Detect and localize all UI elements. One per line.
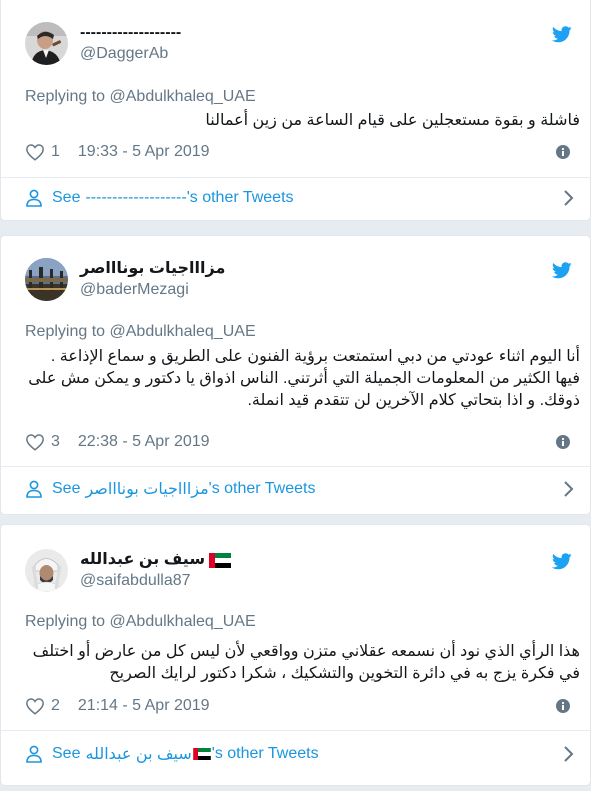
other-tweets-label: 's other Tweets xyxy=(186,189,294,206)
chevron-right-icon[interactable] xyxy=(562,189,574,207)
replying-label: Replying to xyxy=(25,88,106,105)
heart-icon[interactable] xyxy=(25,697,45,715)
tweet-meta: 1 19:33 - 5 Apr 2019 xyxy=(25,143,210,161)
replying-to-line: Replying to @Abdulkhaleq_UAE xyxy=(25,613,256,631)
replying-to-line: Replying to @Abdulkhaleq_UAE xyxy=(25,88,256,106)
see-other-tweets-link[interactable]: See سيف بن عبدالله 's other Tweets xyxy=(25,744,574,764)
user-handle[interactable]: @baderMezagi xyxy=(80,280,225,300)
tweet-text: هذا الرأي الذي نود أن نسمعه عقلاني متزن … xyxy=(32,643,580,682)
see-user-name: ------------------- xyxy=(85,189,187,206)
user-handle[interactable]: @DaggerAb xyxy=(80,44,181,64)
chevron-right-icon[interactable] xyxy=(562,480,574,498)
twitter-bird-icon[interactable] xyxy=(552,262,572,279)
divider xyxy=(1,177,590,178)
tweet-timestamp[interactable]: 22:38 - 5 Apr 2019 xyxy=(78,433,210,451)
divider xyxy=(1,730,590,731)
see-other-tweets-link[interactable]: See مزاااجيات بوناااصر 's other Tweets xyxy=(25,479,574,499)
uae-flag-icon xyxy=(209,552,232,568)
user-icon xyxy=(26,745,42,763)
tweet-card[interactable]: سيف بن عبدالله @saifabdulla87 Replying t… xyxy=(0,524,591,786)
divider xyxy=(1,466,590,467)
replying-label: Replying to xyxy=(25,613,106,630)
replying-label: Replying to xyxy=(25,323,106,340)
tweet-text: أنا اليوم اثناء عودتي من دبي استمتعت برؤ… xyxy=(28,348,580,409)
like-count: 1 xyxy=(51,143,60,160)
display-name[interactable]: مزاااجيات بوناااصر xyxy=(80,259,225,279)
user-icon xyxy=(26,189,42,207)
heart-icon[interactable] xyxy=(25,143,45,161)
see-other-tweets-link[interactable]: See ------------------- 's other Tweets xyxy=(25,189,574,207)
tweet-card[interactable]: مزاااجيات بوناااصر @baderMezagi Replying… xyxy=(0,235,591,515)
like-count: 2 xyxy=(51,697,60,714)
display-name[interactable]: سيف بن عبدالله xyxy=(80,550,205,570)
avatar[interactable] xyxy=(25,549,68,592)
avatar[interactable] xyxy=(25,22,68,65)
like-count: 3 xyxy=(51,433,60,450)
tweet-header: ------------------- @DaggerAb xyxy=(25,22,181,65)
display-name[interactable]: ------------------- xyxy=(80,23,181,43)
see-label: See xyxy=(52,745,81,762)
avatar[interactable] xyxy=(25,258,68,301)
info-icon[interactable] xyxy=(556,435,570,449)
info-icon[interactable] xyxy=(556,145,570,159)
replying-to-link[interactable]: @Abdulkhaleq_UAE xyxy=(110,88,256,105)
other-tweets-label: 's other Tweets xyxy=(211,745,319,762)
tweet-timestamp[interactable]: 21:14 - 5 Apr 2019 xyxy=(78,697,210,715)
tweet-meta: 3 22:38 - 5 Apr 2019 xyxy=(25,433,210,451)
replying-to-link[interactable]: @Abdulkhaleq_UAE xyxy=(110,323,256,340)
uae-flag-icon xyxy=(192,748,211,760)
replying-to-line: Replying to @Abdulkhaleq_UAE xyxy=(25,323,256,341)
see-label: See xyxy=(52,480,81,497)
other-tweets-label: 's other Tweets xyxy=(208,480,316,497)
user-handle[interactable]: @saifabdulla87 xyxy=(80,571,231,591)
tweet-header: سيف بن عبدالله @saifabdulla87 xyxy=(25,549,232,592)
tweet-header: مزاااجيات بوناااصر @baderMezagi xyxy=(25,258,225,301)
see-user-name: سيف بن عبدالله xyxy=(85,746,192,763)
info-icon[interactable] xyxy=(556,699,570,713)
tweet-feed: ------------------- @DaggerAb Replying t… xyxy=(0,0,591,791)
tweet-timestamp[interactable]: 19:33 - 5 Apr 2019 xyxy=(78,143,210,161)
tweet-meta: 2 21:14 - 5 Apr 2019 xyxy=(25,697,210,715)
tweet-card[interactable]: ------------------- @DaggerAb Replying t… xyxy=(0,0,591,221)
replying-to-link[interactable]: @Abdulkhaleq_UAE xyxy=(110,613,256,630)
user-icon xyxy=(26,480,42,498)
display-name-row[interactable]: سيف بن عبدالله xyxy=(80,550,232,570)
see-label: See xyxy=(52,189,81,206)
chevron-right-icon[interactable] xyxy=(562,745,574,763)
tweet-text: فاشلة و بقوة مستعجلين على قيام الساعة من… xyxy=(205,112,580,129)
see-user-name: مزاااجيات بوناااصر xyxy=(85,481,209,498)
heart-icon[interactable] xyxy=(25,433,45,451)
twitter-bird-icon[interactable] xyxy=(552,553,572,570)
twitter-bird-icon[interactable] xyxy=(552,26,572,43)
